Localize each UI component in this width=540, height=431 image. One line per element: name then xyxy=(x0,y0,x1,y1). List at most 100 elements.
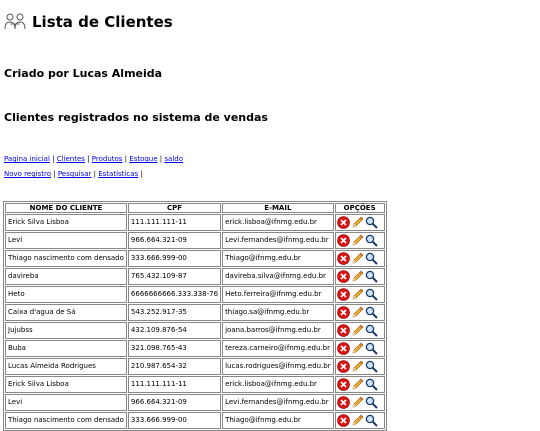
edit-button[interactable] xyxy=(351,342,364,355)
cell-client-name: Levi xyxy=(5,394,127,411)
row-actions xyxy=(336,306,383,319)
cell-cpf: 321.098.765-43 xyxy=(127,340,222,357)
cell-email: Heto.ferreira@ifnmg.edu.br xyxy=(222,286,334,303)
cell-email: erick.lisboa@ifnmg.edu.br xyxy=(222,214,334,231)
nav-separator: | xyxy=(52,155,55,163)
delete-icon xyxy=(336,234,350,247)
edit-icon xyxy=(352,234,364,246)
view-button[interactable] xyxy=(365,252,378,265)
row-actions xyxy=(336,378,383,391)
row-actions xyxy=(336,252,383,265)
view-button[interactable] xyxy=(365,378,378,391)
edit-button[interactable] xyxy=(351,378,364,391)
delete-icon xyxy=(336,342,350,355)
edit-button[interactable] xyxy=(351,252,364,265)
edit-icon xyxy=(352,288,364,300)
search-icon xyxy=(365,396,378,409)
nav-link-pesquisar[interactable]: Pesquisar xyxy=(58,170,92,178)
delete-button[interactable] xyxy=(336,378,350,391)
nav-link-novo-registro[interactable]: Novo registro xyxy=(4,170,51,178)
cell-cpf: 543.252.917-35 xyxy=(127,304,222,321)
row-actions xyxy=(336,396,383,409)
delete-button[interactable] xyxy=(336,288,350,301)
delete-button[interactable] xyxy=(336,414,350,427)
table-row: Heto 6666666666.333.338-76 Heto.ferreira@i… xyxy=(5,286,385,303)
nav-link-saldo[interactable]: saldo xyxy=(164,155,183,163)
cell-email: joana.barros@ifnmg.edu.br xyxy=(222,322,334,339)
cell-email: Thiago@ifnmg.edu.br xyxy=(222,250,334,267)
nav-link-estoque[interactable]: Estoque xyxy=(129,155,157,163)
view-button[interactable] xyxy=(365,234,378,247)
delete-icon xyxy=(336,360,350,373)
table-row: Thiago nascimento com densado 333.666.999… xyxy=(5,250,385,267)
view-button[interactable] xyxy=(365,324,378,337)
cell-client-name: Levi xyxy=(5,232,127,249)
search-icon xyxy=(365,234,378,247)
search-icon xyxy=(365,360,378,373)
cell-cpf: 966.664.321-09 xyxy=(127,394,222,411)
table-row: Jujubss 432.109.876-54 joana.barros@ifnmg.… xyxy=(5,322,385,339)
delete-button[interactable] xyxy=(336,324,350,337)
view-button[interactable] xyxy=(365,288,378,301)
delete-button[interactable] xyxy=(336,270,350,283)
delete-button[interactable] xyxy=(336,234,350,247)
nav-link-clientes[interactable]: Clientes xyxy=(57,155,85,163)
cell-email: Thiago@ifnmg.edu.br xyxy=(222,412,334,429)
edit-button[interactable] xyxy=(351,306,364,319)
cell-options xyxy=(334,322,385,339)
view-button[interactable] xyxy=(365,360,378,373)
cell-client-name: Heto xyxy=(5,286,127,303)
edit-button[interactable] xyxy=(351,288,364,301)
row-actions xyxy=(336,342,383,355)
delete-button[interactable] xyxy=(336,360,350,373)
cell-options xyxy=(334,376,385,393)
row-actions xyxy=(336,270,383,283)
row-actions xyxy=(336,288,383,301)
edit-button[interactable] xyxy=(351,234,364,247)
edit-button[interactable] xyxy=(351,360,364,373)
cell-client-name: Jujubss xyxy=(5,322,127,339)
edit-icon xyxy=(352,342,364,354)
nav-link-pagina-inicial[interactable]: Pagina inicial xyxy=(4,155,50,163)
nav-link-produtos[interactable]: Produtos xyxy=(92,155,123,163)
cell-email: erick.lisboa@ifnmg.edu.br xyxy=(222,376,334,393)
row-actions xyxy=(336,414,383,427)
edit-icon xyxy=(352,270,364,282)
view-button[interactable] xyxy=(365,414,378,427)
table-row: Erick Silva Lisboa 111.111.111-11 erick.li… xyxy=(5,214,385,231)
edit-button[interactable] xyxy=(351,324,364,337)
delete-button[interactable] xyxy=(336,216,350,229)
edit-button[interactable] xyxy=(351,396,364,409)
cell-options xyxy=(334,286,385,303)
cell-email: lucas.rodrigues@ifnmg.edu.br xyxy=(222,358,334,375)
nav-separator: | xyxy=(140,170,143,178)
delete-button[interactable] xyxy=(336,396,350,409)
cell-options xyxy=(334,412,385,429)
view-button[interactable] xyxy=(365,216,378,229)
view-button[interactable] xyxy=(365,342,378,355)
cell-options xyxy=(334,358,385,375)
cell-cpf: 333.666.999-00 xyxy=(127,250,222,267)
delete-button[interactable] xyxy=(336,342,350,355)
delete-button[interactable] xyxy=(336,252,350,265)
view-button[interactable] xyxy=(365,396,378,409)
edit-icon xyxy=(352,324,364,336)
table-row: Caixa d'agua de Sá 543.252.917-35 thiago.s… xyxy=(5,304,385,321)
edit-button[interactable] xyxy=(351,270,364,283)
edit-icon xyxy=(352,252,364,264)
view-button[interactable] xyxy=(365,306,378,319)
cell-options xyxy=(334,304,385,321)
page-header: Lista de Clientes xyxy=(4,12,173,32)
view-button[interactable] xyxy=(365,270,378,283)
edit-button[interactable] xyxy=(351,414,364,427)
cell-options xyxy=(334,268,385,285)
cell-email: Levi.fernandes@ifnmg.edu.br xyxy=(222,232,334,249)
table-row: davireba 765.432.109-87 davireba.silva@ifn… xyxy=(5,268,385,285)
delete-button[interactable] xyxy=(336,306,350,319)
nav-link-estatisticas[interactable]: Estatísticas xyxy=(98,170,138,178)
cell-email: tereza.carneiro@ifnmg.edu.br xyxy=(222,340,334,357)
nav-separator: | xyxy=(159,155,163,163)
nav-separator: | xyxy=(93,170,96,178)
edit-button[interactable] xyxy=(351,216,364,229)
cell-options xyxy=(334,232,385,249)
